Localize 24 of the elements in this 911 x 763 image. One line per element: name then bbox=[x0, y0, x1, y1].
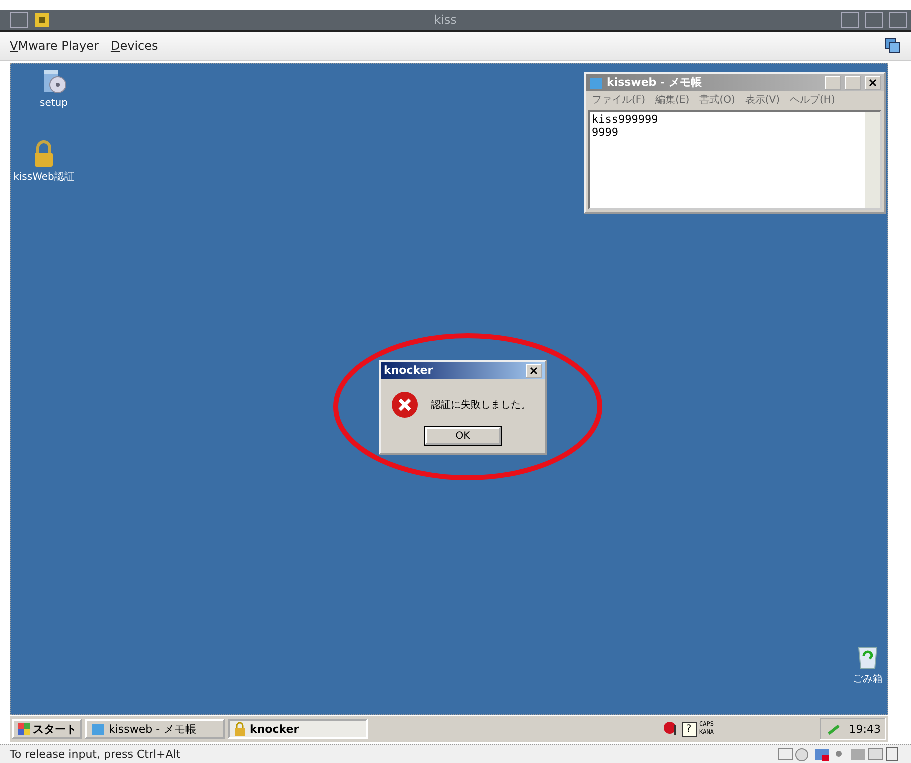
menu-item[interactable]: 書式(O) bbox=[700, 93, 736, 107]
taskbar-button[interactable]: kissweb - メモ帳 bbox=[85, 719, 225, 739]
text-line: kiss999999 bbox=[592, 113, 660, 126]
icon-label[interactable]: setup bbox=[40, 98, 68, 109]
error-message: 認証に失敗しました。 bbox=[431, 398, 531, 412]
status-text: To release input, press Ctrl+Alt bbox=[10, 748, 181, 760]
start-button[interactable]: スタート bbox=[12, 719, 82, 739]
icon-label[interactable]: kissWeb認証 bbox=[14, 170, 74, 184]
text-area[interactable]: kiss999999 9999 bbox=[588, 110, 882, 210]
window-title: kissweb - メモ帳 bbox=[607, 75, 703, 90]
help-button[interactable]: ? bbox=[682, 722, 697, 736]
ok-button[interactable]: OK bbox=[425, 427, 501, 445]
dialog-title: knocker bbox=[384, 364, 434, 377]
icon-label[interactable]: ごみ箱 bbox=[853, 672, 883, 686]
text-line: 9999 bbox=[592, 126, 620, 139]
clock-time: 19:43 bbox=[849, 722, 881, 736]
taskbar-button[interactable]: knocker bbox=[228, 719, 368, 739]
menu-item[interactable]: VMware Player bbox=[10, 39, 99, 53]
window-title: kiss bbox=[433, 13, 458, 27]
menu-item[interactable]: ファイル(F) bbox=[592, 93, 646, 107]
menu-item[interactable]: 編集(E) bbox=[656, 93, 690, 107]
menu-item[interactable]: ヘルプ(H) bbox=[790, 93, 836, 107]
menu-item[interactable]: 表示(V) bbox=[745, 93, 780, 107]
menu-item[interactable]: Devices bbox=[110, 39, 158, 53]
